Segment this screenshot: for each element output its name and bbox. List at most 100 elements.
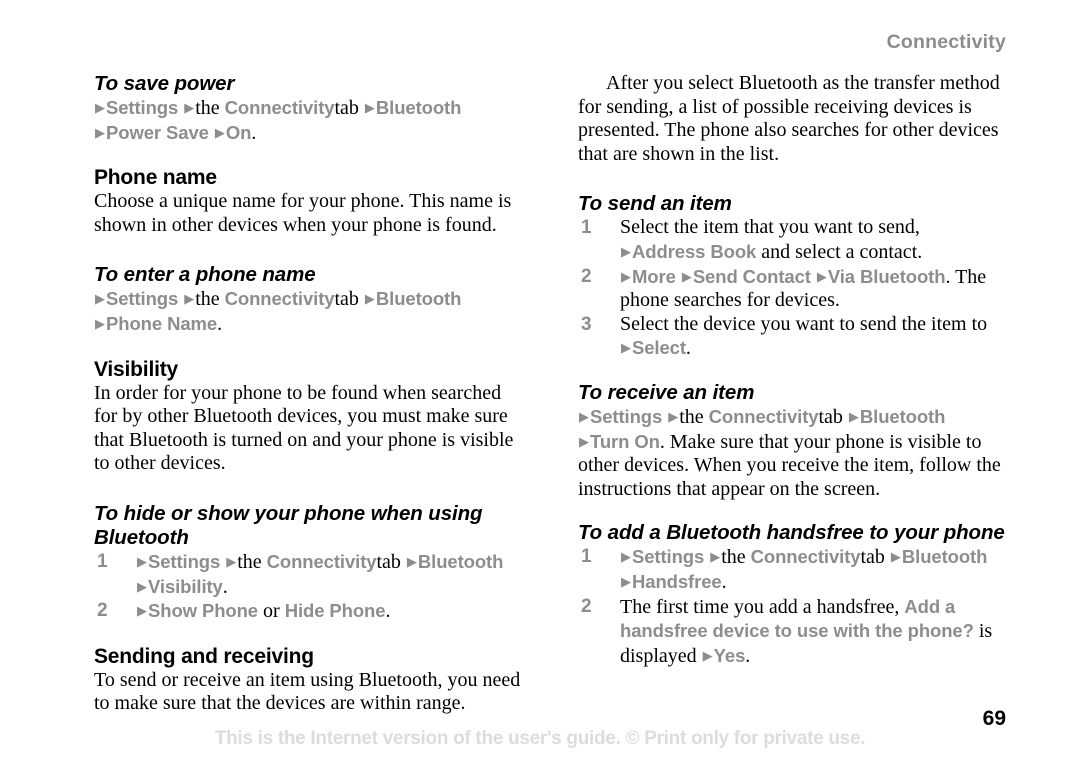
- step-number: 1: [581, 217, 592, 239]
- ui-term-address-book[interactable]: Address Book: [632, 241, 756, 262]
- ui-term-settings[interactable]: Settings: [632, 546, 704, 567]
- path-word-or: or: [263, 600, 280, 623]
- menu-path-line: ▶Visibility.: [136, 575, 526, 600]
- step-text-tail: and select a contact.: [761, 240, 923, 263]
- ui-term-visibility[interactable]: Visibility: [148, 576, 223, 597]
- right-column: After you select Bluetooth as the transf…: [578, 72, 1010, 668]
- heading-to-receive-an-item: To receive an item: [578, 380, 755, 404]
- ui-term-connectivity-tab[interactable]: Connectivity: [225, 288, 335, 309]
- ui-term-connectivity-tab[interactable]: Connectivity: [709, 406, 819, 427]
- step-number: 2: [581, 265, 592, 287]
- ui-term-power-save[interactable]: Power Save: [106, 122, 209, 143]
- ui-term-send-contact[interactable]: Send Contact: [693, 266, 811, 287]
- ui-term-connectivity-tab[interactable]: Connectivity: [225, 97, 335, 118]
- path-period: .: [685, 337, 691, 360]
- list-item: 2 ▶More ▶Send Contact ▶Via Bluetooth. Th…: [578, 265, 1010, 313]
- path-arrow-icon: ▶: [95, 316, 105, 332]
- receive-item-rest: other devices. When you receive the item…: [578, 454, 1001, 500]
- ui-term-bluetooth[interactable]: Bluetooth: [418, 551, 504, 572]
- heading-visibility: Visibility: [94, 357, 178, 381]
- ui-term-more[interactable]: More: [632, 266, 676, 287]
- step-number: 3: [581, 313, 592, 335]
- list-item: 3 Select the device you want to send the…: [578, 313, 1010, 361]
- step-text-mid: is: [973, 620, 993, 643]
- path-arrow-icon: ▶: [95, 292, 105, 308]
- ui-term-show-phone[interactable]: Show Phone: [148, 600, 258, 621]
- path-arrow-icon: ▶: [95, 101, 105, 116]
- path-period: .: [385, 600, 391, 623]
- ui-term-bluetooth[interactable]: Bluetooth: [376, 288, 462, 309]
- ui-term-connectivity-tab[interactable]: Connectivity: [267, 551, 377, 572]
- path-arrow-icon: ▶: [184, 101, 195, 116]
- menu-path-line: displayed ▶Yes.: [620, 644, 1010, 669]
- path-arrow-icon: ▶: [681, 269, 692, 285]
- ui-term-bluetooth[interactable]: Bluetooth: [376, 97, 462, 118]
- path-word-the: the: [721, 546, 746, 569]
- menu-path-receive-item: ▶Settings ▶the Connectivitytab ▶Bluetoot…: [578, 405, 1010, 501]
- steps-add-handsfree: 1 ▶Settings ▶the Connectivitytab ▶Blueto…: [578, 545, 1010, 668]
- path-word-the: the: [237, 550, 262, 573]
- heading-to-send-an-item: To send an item: [578, 192, 732, 216]
- menu-path-line: ▶More ▶Send Contact ▶Via Bluetooth. The: [620, 265, 1010, 290]
- ui-term-yes[interactable]: Yes: [714, 645, 746, 666]
- step-text: Select the item that you want to send,: [620, 216, 920, 239]
- menu-path-line: ▶Show Phone or Hide Phone.: [136, 599, 526, 624]
- ui-term-on[interactable]: On: [226, 122, 252, 143]
- menu-path-enter-phone-name: ▶Settings ▶the Connectivitytab ▶Bluetoot…: [94, 287, 526, 336]
- path-arrow-icon: ▶: [364, 292, 375, 308]
- path-word-the: the: [195, 288, 220, 311]
- ui-term-via-bluetooth[interactable]: Via Bluetooth: [828, 266, 946, 287]
- path-period: .: [251, 121, 257, 144]
- list-item: 2 The first time you add a handsfree, Ad…: [578, 595, 1010, 669]
- ui-term-hide-phone[interactable]: Hide Phone: [285, 600, 386, 621]
- path-arrow-icon: ▶: [621, 574, 631, 590]
- ui-term-bluetooth[interactable]: Bluetooth: [860, 406, 946, 427]
- path-arrow-icon: ▶: [890, 550, 901, 566]
- ui-term-select[interactable]: Select: [632, 337, 686, 358]
- step-text-displayed: displayed: [620, 644, 697, 667]
- ui-term-settings[interactable]: Settings: [106, 97, 178, 118]
- path-arrow-icon: ▶: [621, 269, 631, 285]
- heading-phone-name: Phone name: [94, 166, 217, 190]
- step-number: 1: [581, 546, 592, 568]
- menu-path-line: ▶Handsfree.: [620, 570, 1010, 595]
- path-word-the: the: [195, 97, 220, 119]
- path-arrow-icon: ▶: [710, 550, 721, 566]
- heading-to-add-bluetooth-handsfree: To add a Bluetooth handsfree to your pho…: [578, 521, 1005, 545]
- footer-internet-version-notice: This is the Internet version of the user…: [214, 728, 866, 749]
- path-period: .: [222, 575, 228, 598]
- path-period: .: [217, 312, 223, 335]
- heading-to-hide-or-show-phone: To hide or show your phone when using Bl…: [94, 501, 483, 549]
- menu-path-line: ▶Settings ▶the Connectivitytab ▶Bluetoot…: [578, 405, 1010, 430]
- path-arrow-icon: ▶: [621, 244, 631, 260]
- step-text: Select the device you want to send the i…: [620, 312, 988, 335]
- ui-term-settings[interactable]: Settings: [590, 406, 662, 427]
- ui-term-phone-name[interactable]: Phone Name: [106, 313, 217, 334]
- ui-term-handsfree[interactable]: Handsfree: [632, 571, 722, 592]
- path-arrow-icon: ▶: [668, 409, 679, 425]
- path-word-the: the: [679, 405, 704, 428]
- menu-path-line: ▶Address Book and select a contact.: [620, 240, 1010, 265]
- receive-item-tail: . Make sure that your phone is visible t…: [659, 430, 982, 453]
- path-arrow-icon: ▶: [184, 292, 195, 308]
- ui-term-settings[interactable]: Settings: [148, 551, 220, 572]
- ui-term-settings[interactable]: Settings: [106, 288, 178, 309]
- heading-to-enter-a-phone-name: To enter a phone name: [94, 263, 316, 287]
- ui-term-connectivity-tab[interactable]: Connectivity: [751, 546, 861, 567]
- page-number: 69: [982, 707, 1006, 730]
- menu-path-line: ▶Select.: [620, 336, 1010, 361]
- list-item: 1 ▶Settings ▶the Connectivitytab ▶Blueto…: [94, 550, 526, 599]
- ui-term-add-a-handsfree-prompt-part2: handsfree device to use with the phone?: [620, 620, 974, 642]
- heading-sending-and-receiving: Sending and receiving: [94, 644, 314, 668]
- step-text-tail: . The: [945, 265, 987, 288]
- path-arrow-icon: ▶: [579, 409, 589, 425]
- ui-term-bluetooth[interactable]: Bluetooth: [902, 546, 988, 567]
- heading-to-save-power: To save power: [94, 72, 235, 95]
- path-word-tab: tab: [818, 405, 843, 428]
- ui-term-turn-on[interactable]: Turn On: [590, 431, 660, 452]
